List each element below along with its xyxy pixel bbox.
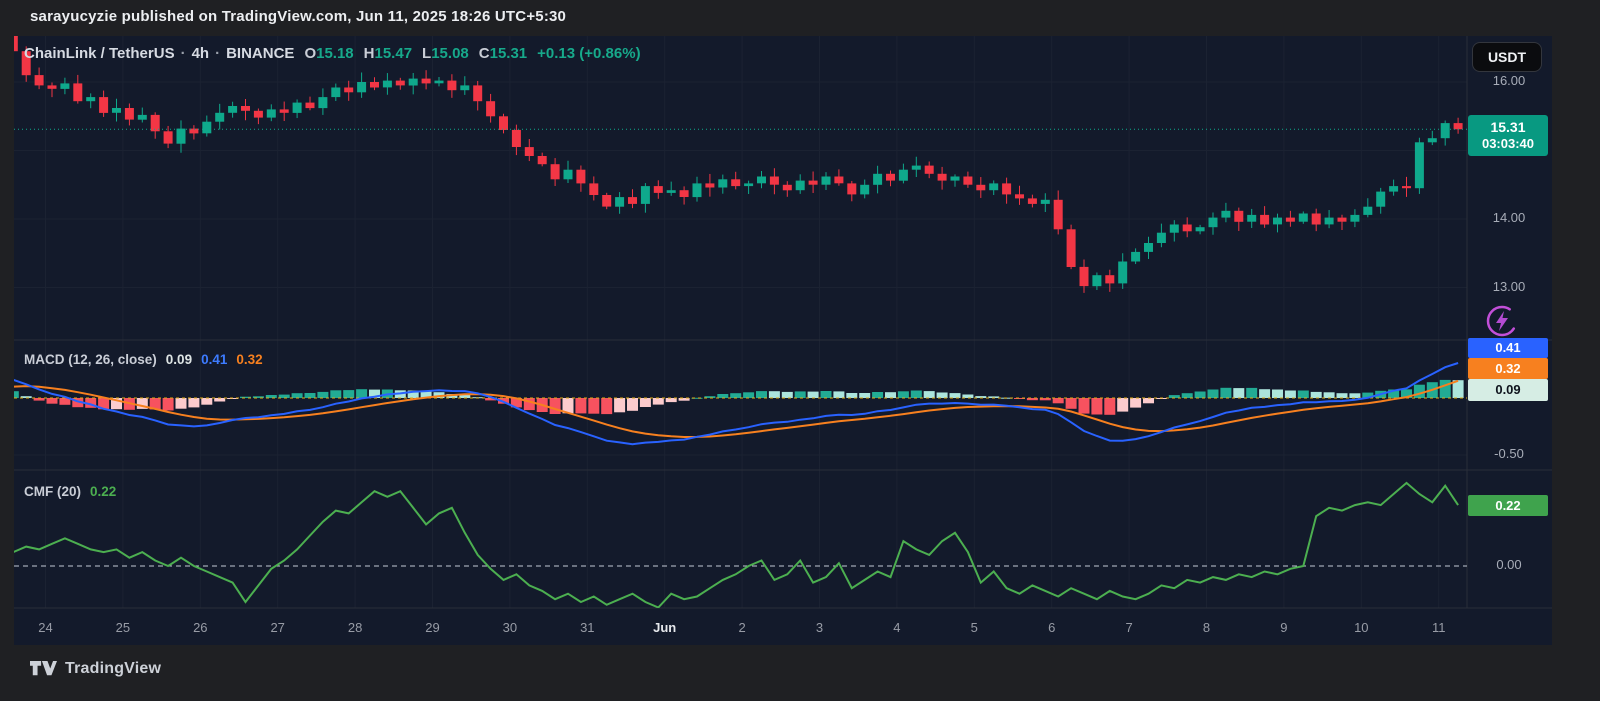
svg-text:Jun: Jun bbox=[653, 620, 676, 635]
cmf-title[interactable]: CMF (20) bbox=[24, 484, 81, 499]
high-value: 15.47 bbox=[375, 45, 413, 62]
svg-text:9: 9 bbox=[1280, 620, 1287, 635]
svg-text:30: 30 bbox=[503, 620, 517, 635]
price-tick-13: 13.00 bbox=[1470, 279, 1548, 294]
svg-text:10: 10 bbox=[1354, 620, 1368, 635]
svg-text:24: 24 bbox=[38, 620, 52, 635]
price-tick-16: 16.00 bbox=[1470, 73, 1548, 88]
svg-text:11: 11 bbox=[1432, 620, 1446, 635]
svg-text:6: 6 bbox=[1048, 620, 1055, 635]
macd-tick-neg050: -0.50 bbox=[1470, 446, 1548, 461]
symbol-header: ChainLink / TetherUS·4h·BINANCEO15.18H15… bbox=[24, 45, 641, 62]
cmf-value: 0.22 bbox=[90, 484, 116, 499]
close-value: 15.31 bbox=[490, 45, 528, 62]
last-price-value: 15.31 bbox=[1468, 118, 1548, 136]
cmf-tick-zero: 0.00 bbox=[1470, 557, 1548, 572]
attribution-text: sarayucyzie published on TradingView.com… bbox=[30, 8, 566, 25]
cmf-badge: 0.22 bbox=[1468, 495, 1548, 516]
symbol-name[interactable]: ChainLink / TetherUS bbox=[24, 45, 175, 62]
macd-hist-badge: 0.09 bbox=[1468, 379, 1548, 401]
price-tick-14: 14.00 bbox=[1470, 210, 1548, 225]
macd-hist-value: 0.09 bbox=[166, 352, 192, 367]
svg-text:31: 31 bbox=[580, 620, 594, 635]
svg-text:4: 4 bbox=[893, 620, 900, 635]
svg-text:28: 28 bbox=[348, 620, 362, 635]
macd-signal-badge: 0.32 bbox=[1468, 358, 1548, 379]
cmf-header: CMF (20) 0.22 bbox=[24, 484, 116, 499]
chart-canvas[interactable]: 24 25 26 27 28 29 30 31 Jun 2 3 4 5 6 7 8 9 10 11 bbox=[14, 36, 1552, 645]
open-value: 15.18 bbox=[316, 45, 354, 62]
svg-text:29: 29 bbox=[425, 620, 439, 635]
currency-toggle-button[interactable]: USDT bbox=[1472, 42, 1542, 72]
tradingview-logo[interactable]: TradingView bbox=[30, 659, 161, 678]
svg-text:2: 2 bbox=[738, 620, 745, 635]
interval-label[interactable]: 4h bbox=[192, 45, 210, 62]
last-price-badge: 15.31 03:03:40 bbox=[1468, 115, 1548, 156]
boost-flash-icon[interactable] bbox=[1482, 301, 1522, 341]
macd-header: MACD (12, 26, close) 0.09 0.41 0.32 bbox=[24, 352, 263, 367]
macd-title[interactable]: MACD (12, 26, close) bbox=[24, 352, 157, 367]
footer-bar: TradingView bbox=[0, 645, 1600, 701]
svg-text:5: 5 bbox=[971, 620, 978, 635]
svg-text:7: 7 bbox=[1125, 620, 1132, 635]
bar-countdown: 03:03:40 bbox=[1468, 136, 1548, 152]
open-label: O bbox=[304, 45, 316, 62]
low-label: L bbox=[422, 45, 431, 62]
close-label: C bbox=[479, 45, 490, 62]
svg-text:25: 25 bbox=[116, 620, 130, 635]
low-value: 15.08 bbox=[431, 45, 469, 62]
svg-text:3: 3 bbox=[816, 620, 823, 635]
separator-dot: · bbox=[209, 45, 226, 62]
tradingview-logo-text: TradingView bbox=[65, 660, 161, 678]
macd-signal-value: 0.32 bbox=[236, 352, 262, 367]
svg-text:27: 27 bbox=[270, 620, 284, 635]
svg-text:26: 26 bbox=[193, 620, 207, 635]
high-label: H bbox=[364, 45, 375, 62]
svg-text:8: 8 bbox=[1203, 620, 1210, 635]
separator-dot: · bbox=[175, 45, 192, 62]
attribution-bar: sarayucyzie published on TradingView.com… bbox=[0, 0, 1600, 36]
exchange-label: BINANCE bbox=[226, 45, 294, 62]
macd-line-value: 0.41 bbox=[201, 352, 227, 367]
tradingview-logo-icon bbox=[30, 659, 57, 678]
change-value: +0.13 (+0.86%) bbox=[537, 45, 640, 62]
chart-panel: 24 25 26 27 28 29 30 31 Jun 2 3 4 5 6 7 8 9 10 11 ChainLin… bbox=[14, 36, 1552, 645]
